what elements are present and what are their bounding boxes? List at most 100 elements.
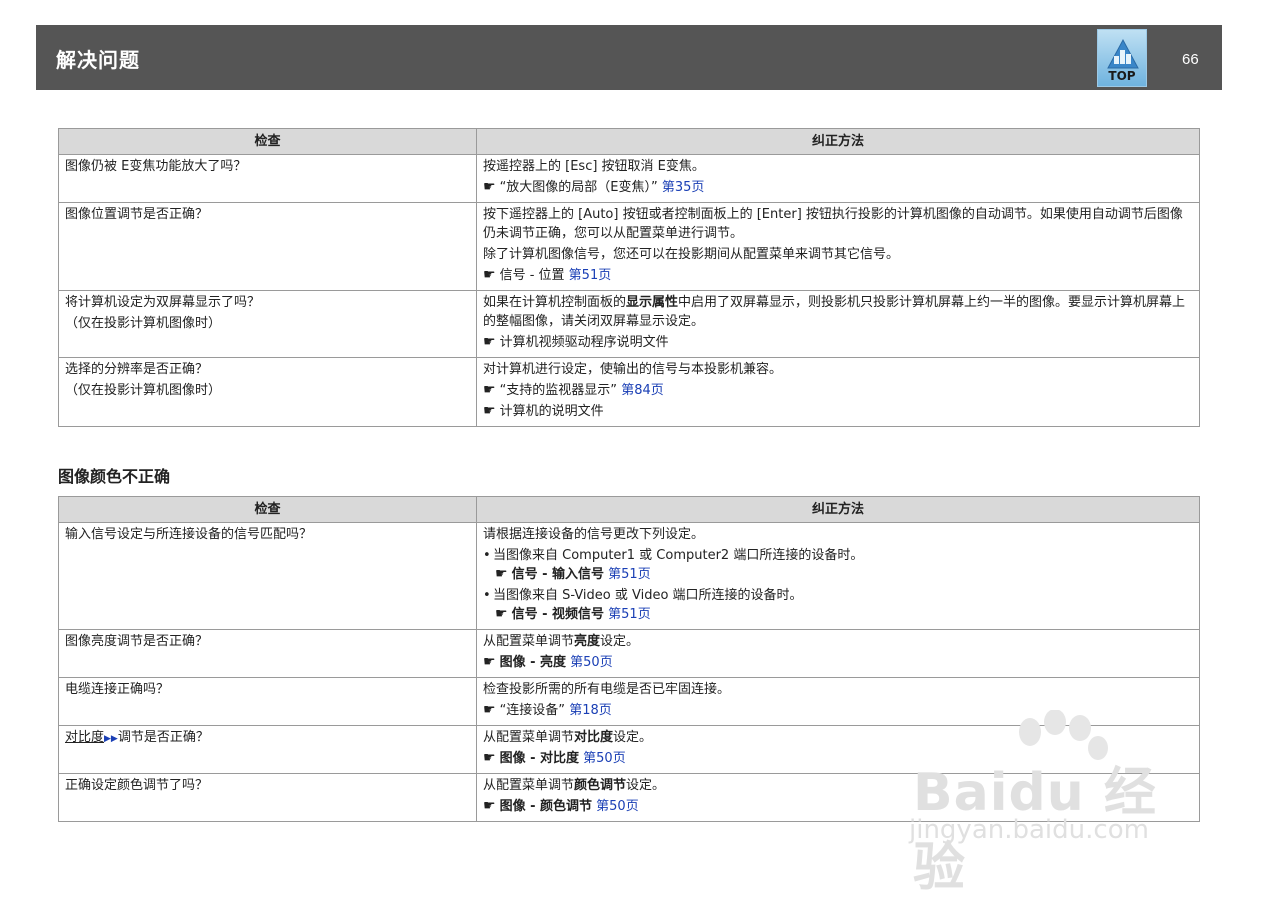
top-label: TOP: [1108, 69, 1136, 83]
page-link[interactable]: 第84页: [621, 383, 664, 398]
table-row: 选择的分辨率是否正确？ （仅在投影计算机图像时） 对计算机进行设定，使输出的信号…: [58, 357, 1200, 427]
page-link[interactable]: 第18页: [569, 703, 612, 718]
page-link[interactable]: 第51页: [608, 607, 651, 622]
fix-cell: 从配置菜单调节颜色调节设定。 ☛ 图像 - 颜色调节 第50页: [476, 773, 1200, 822]
page-link[interactable]: 第50页: [583, 751, 626, 766]
check-cell: 输入信号设定与所连接设备的信号匹配吗？: [58, 522, 477, 630]
glossary-arrow-icon: ▶▶: [104, 734, 118, 744]
table-row: 正确设定颜色调节了吗？ 从配置菜单调节颜色调节设定。 ☛ 图像 - 颜色调节 第5…: [58, 773, 1200, 822]
reference-text: 计算机视频驱动程序说明文件: [499, 335, 669, 350]
reference-line: ☛ 计算机视频驱动程序说明文件: [483, 333, 1193, 352]
bullet-icon: •: [483, 548, 491, 563]
check-text: 将计算机设定为双屏幕显示了吗？: [65, 295, 261, 310]
fix-text-part: 设定。: [613, 730, 653, 745]
check-text: 对比度▶▶调节是否正确？: [65, 728, 470, 749]
pointing-hand-icon: ☛: [483, 403, 496, 419]
fix-cell: 按遥控器上的 [Esc] 按钮取消 E变焦。 ☛ “放大图像的局部（E变焦）” 第…: [476, 154, 1200, 203]
bullet-item: • 当图像来自 S-Video 或 Video 端口所连接的设备时。: [483, 586, 1193, 605]
check-text: 图像仍被 E变焦功能放大了吗？: [65, 159, 247, 174]
check-text: 电缆连接正确吗？: [65, 682, 170, 697]
reference-line: ☛ 信号 - 视频信号 第51页: [483, 605, 1193, 624]
check-text-rest: 调节是否正确？: [117, 730, 209, 745]
reference-text: “连接设备”: [499, 703, 566, 718]
fix-text-part: 从配置菜单调节: [483, 730, 575, 745]
fix-text-part: 从配置菜单调节: [483, 778, 575, 793]
table-row: 图像亮度调节是否正确？ 从配置菜单调节亮度设定。 ☛ 图像 - 亮度 第50页: [58, 629, 1200, 678]
page-link[interactable]: 第35页: [662, 180, 705, 195]
page-number: 66: [1182, 51, 1199, 68]
check-text: 正确设定颜色调节了吗？: [65, 778, 209, 793]
table-row: 电缆连接正确吗？ 检查投影所需的所有电缆是否已牢固连接。 ☛ “连接设备” 第18…: [58, 677, 1200, 726]
section-title: 图像颜色不正确: [58, 467, 171, 486]
reference-text: “放大图像的局部（E变焦）”: [499, 180, 658, 195]
fix-text: 按下遥控器上的 [Auto] 按钮或者控制面板上的 [Enter] 按钮执行投影…: [483, 207, 1183, 241]
check-cell: 正确设定颜色调节了吗？: [58, 773, 477, 822]
fix-cell: 按下遥控器上的 [Auto] 按钮或者控制面板上的 [Enter] 按钮执行投影…: [476, 202, 1200, 291]
fix-text: 从配置菜单调节对比度设定。: [483, 728, 1193, 747]
fix-cell: 请根据连接设备的信号更改下列设定。 • 当图像来自 Computer1 或 Com…: [476, 522, 1200, 630]
reference-line: ☛ 信号 - 位置 第51页: [483, 266, 1193, 285]
check-text: 图像位置调节是否正确？: [65, 207, 209, 222]
fix-text-part: 设定。: [626, 778, 666, 793]
pointing-hand-icon: ☛: [495, 606, 508, 622]
fix-text: 按遥控器上的 [Esc] 按钮取消 E变焦。: [483, 159, 705, 174]
fix-text-part: 设定。: [600, 634, 640, 649]
reference-line: ☛ 信号 - 输入信号 第51页: [483, 565, 1193, 584]
bullet-text: 当图像来自 S-Video 或 Video 端口所连接的设备时。: [493, 588, 803, 603]
page-link[interactable]: 第50页: [596, 799, 639, 814]
page-header: 解决问题 TOP 66: [36, 25, 1222, 90]
pointing-hand-icon: ☛: [483, 267, 496, 283]
pointing-hand-icon: ☛: [495, 566, 508, 582]
col-header-check: 检查: [58, 128, 477, 155]
table-row: 对比度▶▶调节是否正确？ 从配置菜单调节对比度设定。 ☛ 图像 - 对比度 第50…: [58, 725, 1200, 774]
check-cell: 将计算机设定为双屏幕显示了吗？ （仅在投影计算机图像时）: [58, 290, 477, 358]
pointing-hand-icon: ☛: [483, 179, 496, 195]
fix-text-part: 如果在计算机控制面板的: [483, 295, 627, 310]
reference-text: 信号 - 位置: [499, 268, 565, 283]
table-header-row: 检查 纠正方法: [58, 496, 1200, 523]
check-cell: 选择的分辨率是否正确？ （仅在投影计算机图像时）: [58, 357, 477, 427]
pointing-hand-icon: ☛: [483, 750, 496, 766]
fix-text-part: 从配置菜单调节: [483, 634, 575, 649]
troubleshoot-table-2: 检查 纠正方法 输入信号设定与所连接设备的信号匹配吗？ 请根据连接设备的信号更改…: [58, 496, 1200, 822]
pointing-hand-icon: ☛: [483, 798, 496, 814]
fix-text: 从配置菜单调节颜色调节设定。: [483, 776, 1193, 795]
fix-cell: 对计算机进行设定，使输出的信号与本投影机兼容。 ☛ “支持的监视器显示” 第84页…: [476, 357, 1200, 427]
pointing-hand-icon: ☛: [483, 382, 496, 398]
table-row: 输入信号设定与所连接设备的信号匹配吗？ 请根据连接设备的信号更改下列设定。 • 当…: [58, 522, 1200, 630]
fix-cell: 从配置菜单调节对比度设定。 ☛ 图像 - 对比度 第50页: [476, 725, 1200, 774]
reference-text: 图像 - 对比度: [499, 751, 580, 766]
pointing-hand-icon: ☛: [483, 702, 496, 718]
reference-text: “支持的监视器显示”: [499, 383, 618, 398]
table-row: 图像位置调节是否正确？ 按下遥控器上的 [Auto] 按钮或者控制面板上的 [E…: [58, 202, 1200, 291]
check-note: （仅在投影计算机图像时）: [65, 316, 222, 331]
bullet-item: • 当图像来自 Computer1 或 Computer2 端口所连接的设备时。: [483, 546, 1193, 565]
brightness-term: 亮度: [574, 634, 601, 649]
reference-line: ☛ 图像 - 亮度 第50页: [483, 653, 1193, 672]
fix-cell: 从配置菜单调节亮度设定。 ☛ 图像 - 亮度 第50页: [476, 629, 1200, 678]
reference-line: ☛ “连接设备” 第18页: [483, 701, 1193, 720]
check-text: 输入信号设定与所连接设备的信号匹配吗？: [65, 527, 313, 542]
fix-text: 请根据连接设备的信号更改下列设定。: [483, 527, 705, 542]
top-button[interactable]: TOP: [1097, 29, 1147, 87]
contrast-term: 对比度: [574, 730, 614, 745]
fix-text: 检查投影所需的所有电缆是否已牢固连接。: [483, 682, 731, 697]
page-link[interactable]: 第51页: [608, 567, 651, 582]
reference-text: 图像 - 颜色调节: [499, 799, 593, 814]
display-properties-term: 显示属性: [626, 295, 679, 310]
check-cell: 图像亮度调节是否正确？: [58, 629, 477, 678]
col-header-fix: 纠正方法: [476, 496, 1200, 523]
reference-line: ☛ 图像 - 颜色调节 第50页: [483, 797, 1193, 816]
reference-text: 图像 - 亮度: [499, 655, 567, 670]
reference-line: ☛ “放大图像的局部（E变焦）” 第35页: [483, 178, 1193, 197]
bullet-text: 当图像来自 Computer1 或 Computer2 端口所连接的设备时。: [493, 548, 864, 563]
col-header-fix: 纠正方法: [476, 128, 1200, 155]
fix-cell: 检查投影所需的所有电缆是否已牢固连接。 ☛ “连接设备” 第18页: [476, 677, 1200, 726]
contrast-glossary-link[interactable]: 对比度: [65, 730, 104, 745]
reference-text: 计算机的说明文件: [499, 404, 604, 419]
page-link[interactable]: 第51页: [569, 268, 612, 283]
pointing-hand-icon: ☛: [483, 654, 496, 670]
page-link[interactable]: 第50页: [570, 655, 613, 670]
bullet-icon: •: [483, 588, 491, 603]
table-row: 图像仍被 E变焦功能放大了吗？ 按遥控器上的 [Esc] 按钮取消 E变焦。 ☛…: [58, 154, 1200, 203]
